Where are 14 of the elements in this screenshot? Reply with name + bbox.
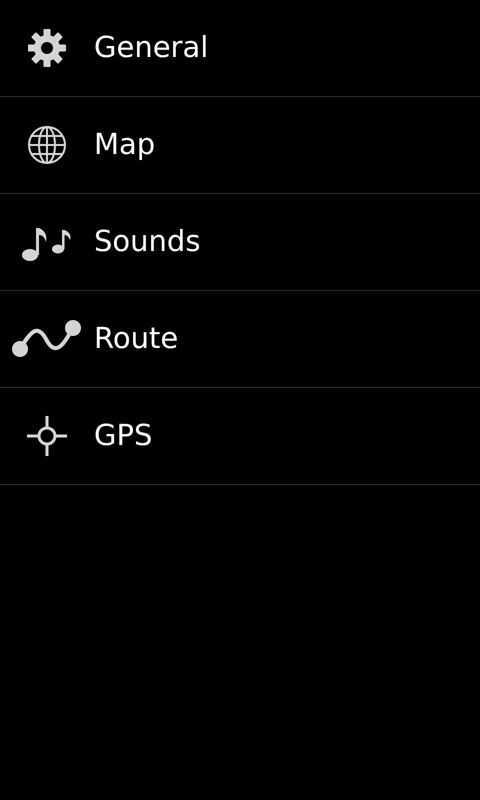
menu-item-label: Map <box>94 126 156 164</box>
crosshair-icon <box>25 414 69 458</box>
menu-item[interactable]: General <box>0 0 480 97</box>
route-curve-icon <box>10 319 84 359</box>
menu-item-label: General <box>94 29 208 66</box>
menu-item-label: GPS <box>94 417 152 454</box>
menu-item[interactable]: Route <box>0 291 480 388</box>
gear-icon <box>27 28 67 68</box>
menu-item-label: Route <box>94 320 178 358</box>
menu-item[interactable]: Map <box>0 97 480 194</box>
globe-icon <box>27 125 67 165</box>
menu-item[interactable]: Sounds <box>0 194 480 291</box>
menu-item[interactable]: GPS <box>0 388 480 485</box>
menu-item-label: Sounds <box>94 223 200 260</box>
